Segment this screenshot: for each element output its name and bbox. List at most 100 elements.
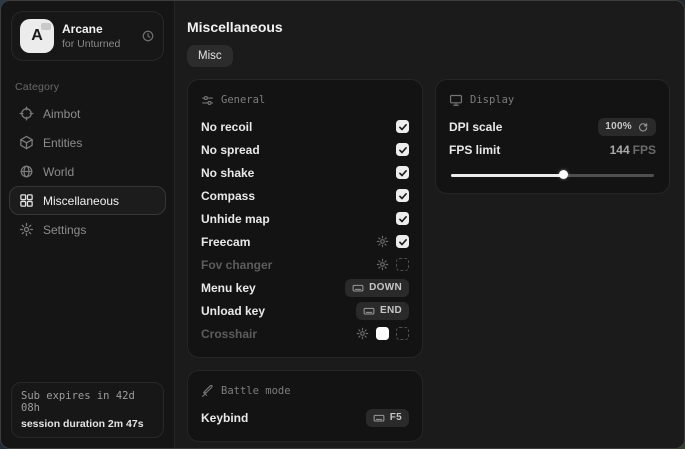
row-controls	[396, 189, 409, 202]
keybind-value: END	[380, 305, 402, 316]
cycle-icon	[637, 121, 649, 133]
row-controls	[396, 120, 409, 133]
setting-row-freecam: Freecam	[201, 230, 409, 253]
refresh-icon[interactable]	[141, 29, 155, 43]
unhide-map-checkbox[interactable]	[396, 212, 409, 225]
sidebar-spacer	[1, 244, 174, 372]
setting-row-no-recoil: No recoil	[201, 115, 409, 138]
display-panel: Display DPI scale 100% FPS limit144FPS	[435, 79, 670, 194]
row-controls	[376, 258, 409, 271]
sidebar-item-settings[interactable]: Settings	[9, 215, 166, 244]
keybind-keybind-badge[interactable]: F5	[366, 409, 409, 427]
unload-key-keybind-badge[interactable]: END	[356, 302, 409, 320]
setting-row-keybind: KeybindF5	[201, 406, 409, 429]
slider-thumb[interactable]	[559, 170, 568, 179]
setting-label: DPI scale	[449, 120, 598, 134]
setting-row-crosshair: Crosshair	[201, 322, 409, 345]
setting-label: Fov changer	[201, 258, 376, 272]
fps-limit-slider[interactable]	[449, 169, 656, 181]
crosshair-color-swatch[interactable]	[376, 327, 389, 340]
row-controls: DOWN	[345, 279, 409, 297]
no-recoil-checkbox[interactable]	[396, 120, 409, 133]
sidebar-item-label: Aimbot	[43, 107, 80, 121]
row-controls: END	[356, 302, 409, 320]
sliders-icon	[201, 94, 214, 107]
setting-row-compass: Compass	[201, 184, 409, 207]
setting-label: No recoil	[201, 120, 396, 134]
crosshair-checkbox[interactable]	[396, 327, 409, 340]
panel-columns: General No recoil No spread No shake Compass…	[187, 79, 670, 442]
tab-bar: Misc	[187, 45, 670, 67]
brand-subtitle: for Unturned	[62, 38, 133, 50]
left-column: General No recoil No spread No shake Compass…	[187, 79, 423, 442]
setting-label: Compass	[201, 189, 396, 203]
setting-row-unload-key: Unload key END	[201, 299, 409, 322]
battle-mode-panel: Battle modeKeybindF5	[187, 370, 423, 442]
sidebar-item-label: Entities	[43, 136, 82, 150]
no-spread-checkbox[interactable]	[396, 143, 409, 156]
sidebar-item-label: Miscellaneous	[43, 194, 119, 208]
fov-changer-settings-gear-icon[interactable]	[376, 258, 389, 271]
row-controls: 100%	[598, 118, 656, 136]
value-number: 144	[610, 143, 630, 157]
freecam-settings-gear-icon[interactable]	[376, 235, 389, 248]
sidebar-item-miscellaneous[interactable]: Miscellaneous	[9, 186, 166, 215]
globe-icon	[19, 164, 34, 179]
fov-changer-checkbox[interactable]	[396, 258, 409, 271]
setting-label: FPS limit	[449, 143, 610, 157]
panel-header: Display	[449, 91, 656, 109]
general-panel: General No recoil No spread No shake Compass…	[187, 79, 423, 358]
compass-checkbox[interactable]	[396, 189, 409, 202]
page-title: Miscellaneous	[187, 19, 670, 35]
brand-text: Arcane for Unturned	[62, 22, 133, 50]
slider-fill	[451, 174, 563, 177]
row-controls	[396, 166, 409, 179]
keyboard-icon	[363, 305, 375, 317]
main-content: Miscellaneous Misc General No recoil No sp…	[175, 1, 684, 448]
badge-value: 100%	[605, 121, 632, 132]
setting-row-unhide-map: Unhide map	[201, 207, 409, 230]
right-column: Display DPI scale 100% FPS limit144FPS	[435, 79, 670, 194]
setting-row-dpi-scale: DPI scale 100%	[449, 115, 656, 138]
panel-title: General	[221, 94, 265, 106]
entities-icon	[19, 135, 34, 150]
sidebar: A Arcane for Unturned Category AimbotEnt…	[1, 1, 175, 448]
row-controls: F5	[366, 409, 409, 427]
no-shake-checkbox[interactable]	[396, 166, 409, 179]
row-controls	[376, 235, 409, 248]
sidebar-item-label: World	[43, 165, 74, 179]
category-nav: Aimbot Entities World Miscellaneous Settings	[1, 99, 174, 244]
setting-label: No spread	[201, 143, 396, 157]
setting-label: No shake	[201, 166, 396, 180]
sidebar-item-aimbot[interactable]: Aimbot	[9, 99, 166, 128]
brand-card: A Arcane for Unturned	[11, 11, 164, 61]
setting-label: Crosshair	[201, 327, 356, 341]
gear-icon	[19, 222, 34, 237]
session-duration-text: session duration 2m 47s	[21, 418, 154, 430]
freecam-checkbox[interactable]	[396, 235, 409, 248]
row-controls: 144FPS	[610, 143, 656, 157]
keyboard-icon	[373, 412, 385, 424]
setting-label: Unload key	[201, 304, 356, 318]
setting-label: Freecam	[201, 235, 376, 249]
tab-misc[interactable]: Misc	[187, 45, 233, 67]
fps-limit-value: 144FPS	[610, 143, 656, 157]
setting-label: Unhide map	[201, 212, 396, 226]
menu-key-keybind-badge[interactable]: DOWN	[345, 279, 409, 297]
sidebar-item-entities[interactable]: Entities	[9, 128, 166, 157]
setting-row-menu-key: Menu keyDOWN	[201, 276, 409, 299]
setting-label: Menu key	[201, 281, 345, 295]
crosshair-icon	[19, 106, 34, 121]
setting-row-no-shake: No shake	[201, 161, 409, 184]
keybind-value: F5	[390, 412, 402, 423]
crosshair-settings-gear-icon[interactable]	[356, 327, 369, 340]
tab-label: Misc	[198, 50, 222, 62]
row-controls	[356, 327, 409, 340]
sword-icon	[201, 385, 214, 398]
row-controls	[396, 212, 409, 225]
grid-icon	[19, 193, 34, 208]
dpi-scale-value-badge[interactable]: 100%	[598, 118, 656, 136]
sidebar-item-world[interactable]: World	[9, 157, 166, 186]
monitor-icon	[449, 93, 463, 107]
value-unit: FPS	[633, 143, 656, 157]
